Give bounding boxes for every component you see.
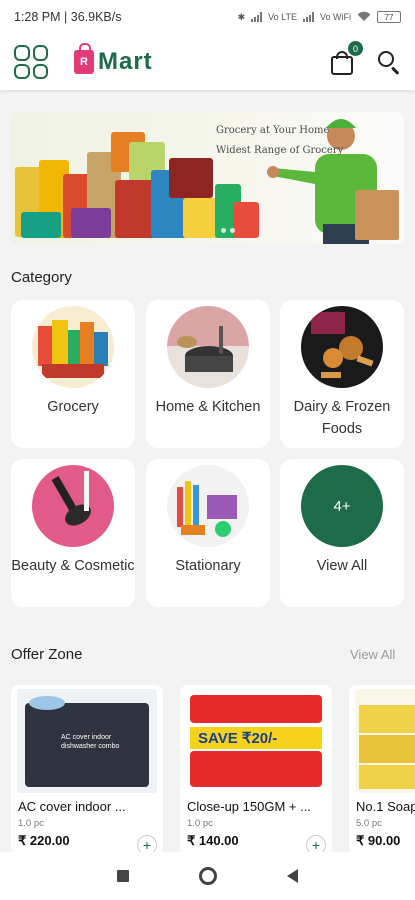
logo-text: Mart xyxy=(98,48,153,75)
add-to-cart-button[interactable]: + xyxy=(137,835,157,853)
back-icon[interactable] xyxy=(287,869,298,883)
category-label: Beauty & Cosmetic xyxy=(11,558,135,574)
home-icon[interactable] xyxy=(199,867,217,885)
category-label: Dairy & Frozen Foods xyxy=(293,399,391,437)
status-time: 1:28 PM | 36.9KB/s xyxy=(14,10,122,24)
wifi-icon xyxy=(357,11,371,24)
product-image-text: AC cover indoor dishwasher combo xyxy=(61,734,120,750)
category-label: Stationary xyxy=(175,558,241,574)
product-card[interactable]: SAVE ₹20/- Close-up 150GM + ... 1.0 pc ₹… xyxy=(180,685,332,853)
product-name: No.1 Soap xyxy=(356,799,415,814)
plus-icon: + xyxy=(311,837,321,853)
category-card-beauty[interactable]: Beauty & Cosmetic xyxy=(11,459,135,607)
category-card-grocery[interactable]: Grocery xyxy=(11,300,135,448)
recents-icon[interactable] xyxy=(117,870,129,882)
search-button[interactable] xyxy=(377,50,401,75)
category-card-home-kitchen[interactable]: Home & Kitchen xyxy=(146,300,270,448)
logo-bag-icon: R xyxy=(74,43,94,74)
signal-icon xyxy=(251,12,263,22)
bluetooth-icon: ✱ xyxy=(237,11,246,22)
product-card[interactable]: AC cover indoor dishwasher combo AC cove… xyxy=(11,685,163,853)
product-image-text: SAVE ₹20/- xyxy=(198,730,278,747)
category-label: Home & Kitchen xyxy=(155,399,261,415)
product-image: SAVE ₹20/- xyxy=(186,689,326,793)
product-image: AC cover indoor dishwasher combo xyxy=(17,689,157,793)
carousel-dots xyxy=(221,228,235,233)
cart-count-badge: 0 xyxy=(348,41,363,56)
product-image xyxy=(355,689,415,793)
dairy-frozen-image xyxy=(301,306,383,388)
status-icons: ✱ Vo LTE Vo WiFi 77 xyxy=(238,11,401,24)
banner-text: Grocery at Your Home Widest Range of Gro… xyxy=(216,121,343,161)
battery-icon: 77 xyxy=(377,11,401,23)
status-bar: 1:28 PM | 36.9KB/s ✱ Vo LTE Vo WiFi 77 xyxy=(0,0,415,34)
grocery-image xyxy=(32,306,114,388)
category-label: View All xyxy=(316,558,368,574)
product-price: ₹ 140.00 xyxy=(187,833,239,848)
product-card[interactable]: No.1 Soap 5.0 pc ₹ 90.00 xyxy=(349,685,415,853)
app-logo: R Mart xyxy=(74,43,153,76)
category-card-stationary[interactable]: Stationary xyxy=(146,459,270,607)
offer-product-list[interactable]: AC cover indoor dishwasher combo AC cove… xyxy=(0,675,415,853)
product-qty: 1.0 pc xyxy=(18,818,44,829)
banner-line-1: Grocery at Your Home xyxy=(216,125,330,136)
add-to-cart-button[interactable]: + xyxy=(306,835,326,853)
offer-zone-title: Offer Zone xyxy=(11,646,83,663)
beauty-image xyxy=(32,465,114,547)
plus-icon: + xyxy=(142,837,152,853)
stationary-image xyxy=(167,465,249,547)
menu-grid-icon[interactable] xyxy=(14,45,48,79)
offer-view-all-link[interactable]: View All xyxy=(350,647,395,662)
product-qty: 1.0 pc xyxy=(187,818,213,829)
cart-button[interactable]: 0 xyxy=(329,41,363,75)
network-label-2: Vo WiFi xyxy=(319,12,351,22)
category-card-dairy-frozen[interactable]: Dairy & Frozen Foods xyxy=(280,300,404,448)
product-qty: 5.0 pc xyxy=(356,818,382,829)
network-label-1: Vo LTE xyxy=(268,12,297,22)
home-kitchen-image xyxy=(167,306,249,388)
promo-banner[interactable]: Grocery at Your Home Widest Range of Gro… xyxy=(11,112,404,244)
banner-line-2: Widest Range of Grocery xyxy=(216,145,344,156)
category-label: Grocery xyxy=(47,399,99,415)
app-bar: R Mart 0 xyxy=(0,34,415,90)
banner-graphic xyxy=(15,119,399,244)
category-title: Category xyxy=(11,269,72,286)
search-icon xyxy=(378,51,394,67)
product-name: Close-up 150GM + ... xyxy=(187,799,311,814)
product-name: AC cover indoor ... xyxy=(18,799,126,814)
product-price: ₹ 90.00 xyxy=(356,833,401,848)
category-card-view-all[interactable]: 4+ View All xyxy=(280,459,404,607)
signal-icon-2 xyxy=(302,12,314,22)
product-price: ₹ 220.00 xyxy=(18,833,70,848)
view-all-circle: 4+ xyxy=(301,465,383,547)
system-nav-bar xyxy=(0,852,415,900)
